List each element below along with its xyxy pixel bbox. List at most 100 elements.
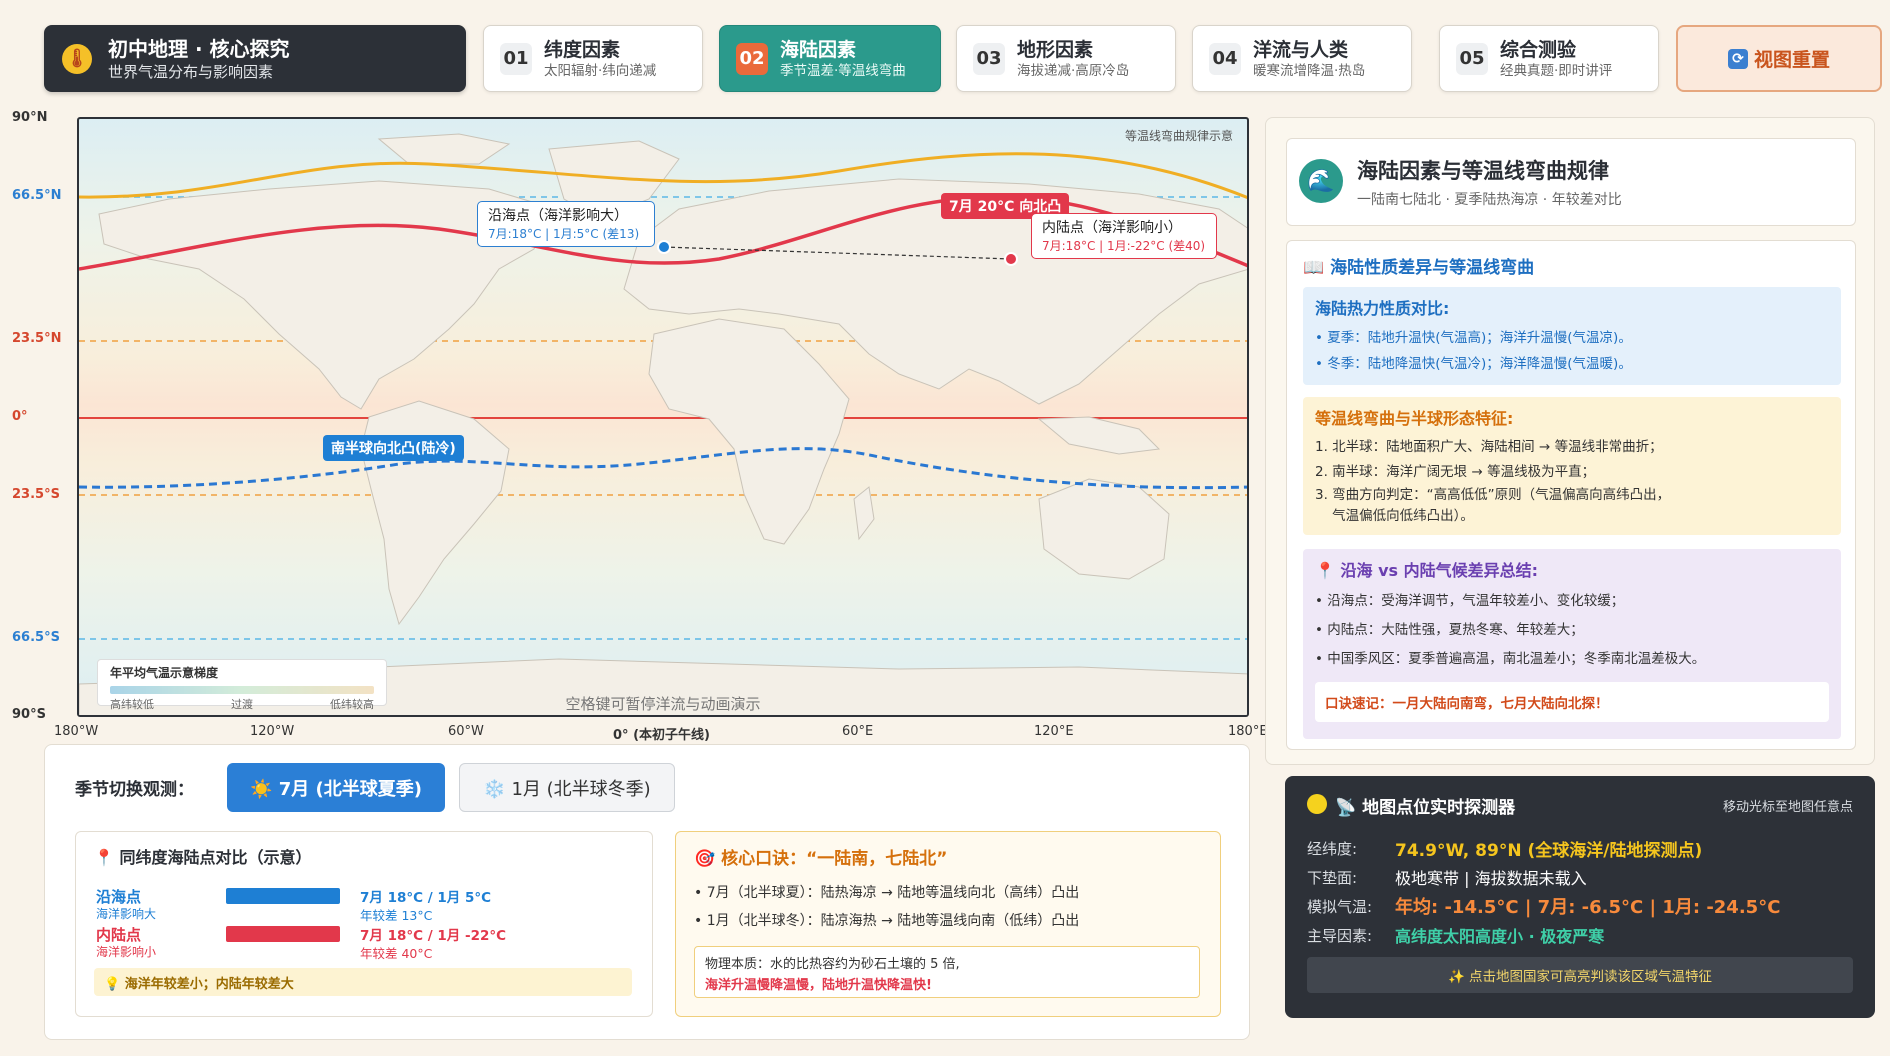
season-label: 季节切换观测： xyxy=(75,780,194,800)
tab-title: 纬度因素 xyxy=(544,38,621,61)
map-caption: 等温线弯曲规律示意 xyxy=(1124,129,1233,143)
coastal-point-marker xyxy=(657,240,671,254)
lat-label-66n: 66.5°N xyxy=(12,188,62,203)
rules-section-title: 📖 海陆性质差异与等温线弯曲 xyxy=(1303,258,1535,278)
isotherm-bending-box: 等温线弯曲与半球形态特征: 1. 北半球：陆地面积广大、海陆相间 → 等温线非常… xyxy=(1303,397,1841,535)
lat-label-66s: 66.5°S xyxy=(12,630,60,645)
probe-key-temperature: 模拟气温: xyxy=(1307,897,1373,916)
tab-currents[interactable]: 04 洋流与人类 暖寒流增降温·热岛 xyxy=(1192,25,1412,92)
july-season-button[interactable]: ☀️ 7月 (北半球夏季) xyxy=(227,763,445,812)
tab-number: 01 xyxy=(500,42,532,75)
tab-title: 综合测验 xyxy=(1500,38,1577,61)
inland-bar xyxy=(226,926,340,942)
mnemonic-card: 🎯 核心口诀：“一陆南，七陆北” • 7月（北半球夏）：陆热海凉 → 陆地等温线… xyxy=(675,831,1221,1017)
isotherm-bending-line-1: 1. 北半球：陆地面积广大、海陆相间 → 等温线非常曲折； xyxy=(1315,439,1663,455)
coastal-temps: 7月 18°C / 1月 5°C xyxy=(360,890,492,906)
tab-number: 05 xyxy=(1456,42,1488,75)
coastal-bar xyxy=(226,888,340,904)
lat-label-90s: 90°S xyxy=(12,707,46,722)
tab-latitude[interactable]: 01 纬度因素 太阳辐射·纬向递减 xyxy=(483,25,703,92)
coastal-name: 沿海点 xyxy=(96,888,142,906)
reset-view-button[interactable]: ⟳ 视图重置 xyxy=(1676,25,1882,92)
isotherm-bending-line-2: 2. 南半球：海洋广阔无垠 → 等温线极为平直； xyxy=(1315,464,1596,480)
tab-title: 地形因素 xyxy=(1017,38,1094,61)
brand-title: 初中地理 · 核心探究 xyxy=(108,36,290,61)
australia-shape xyxy=(1038,478,1170,580)
probe-title: 📡 地图点位实时探测器 xyxy=(1335,798,1516,818)
probe-hint: 移动光标至地图任意点 xyxy=(1722,800,1853,815)
probe-value-coordinates: 74.9°W, 89°N (全球海洋/陆地探测点) xyxy=(1395,841,1703,861)
probe-panel: 📡 地图点位实时探测器 移动光标至地图任意点 经纬度: 74.9°W, 89°N … xyxy=(1285,776,1875,1018)
coastal-inland-tip: 口诀速记：一月大陆向南弯，七月大陆向北探！ xyxy=(1315,682,1829,722)
mnemonic-title: 🎯 核心口诀：“一陆南，七陆北” xyxy=(694,849,948,869)
world-map[interactable]: 等温线弯曲规律示意 沿海点（海洋影响大） 7月:18°C | 1月:5°C (差… xyxy=(77,117,1249,717)
rules-content: 📖 海陆性质差异与等温线弯曲 海陆热力性质对比: • 夏季：陆地升温快(气温高)… xyxy=(1286,240,1856,750)
tab-terrain[interactable]: 03 地形因素 海拔递减·高原冷岛 xyxy=(956,25,1176,92)
lat-label-90n: 90°N xyxy=(12,110,48,125)
tab-subtitle: 太阳辐射·纬向递减 xyxy=(544,62,657,79)
tab-number: 02 xyxy=(736,42,768,75)
physics-line-1: 物理本质：水的比热容约为砂石土壤的 5 倍, xyxy=(705,957,960,972)
tab-number: 04 xyxy=(1209,42,1241,75)
thermal-contrast-title: 海陆热力性质对比: xyxy=(1315,299,1450,318)
thermal-contrast-summer: • 夏季：陆地升温快(气温高)；海洋升温慢(气温凉)。 xyxy=(1315,330,1632,346)
probe-key-coordinates: 经纬度: xyxy=(1307,840,1358,858)
tab-subtitle: 海拔递减·高原冷岛 xyxy=(1017,62,1130,79)
map-hint: 空格键可暂停洋流与动画演示 xyxy=(565,695,761,713)
coastal-inland-title: 📍 沿海 vs 内陆气候差异总结: xyxy=(1315,561,1538,580)
tab-land-sea[interactable]: 02 海陆因素 季节温差·等温线弯曲 xyxy=(719,25,941,92)
inland-temps: 7月 18°C / 1月 -22°C xyxy=(360,928,507,944)
coastal-callout: 沿海点（海洋影响大） 7月:18°C | 1月:5°C (差13) xyxy=(477,201,655,247)
inland-callout-detail: 7月:18°C | 1月:-22°C (差40) xyxy=(1042,239,1206,253)
southeast-asia-islands-shape xyxy=(1037,416,1161,455)
rules-panel: 🌊 海陆因素与等温线弯曲规律 一陆南七陆北 · 夏季陆热海凉 · 年较差对比 📖… xyxy=(1265,117,1875,765)
lon-label-120w: 120°W xyxy=(250,724,295,739)
tab-number: 03 xyxy=(973,42,1005,75)
lon-label-60e: 60°E xyxy=(842,724,874,739)
inland-callout-title: 内陆点（海洋影响小） xyxy=(1042,220,1182,236)
reset-label: 视图重置 xyxy=(1753,49,1830,71)
coastal-inland-line-3: • 中国季风区：夏季普遍高温，南北温差小；冬季南北温差极大。 xyxy=(1315,651,1706,667)
tab-quiz[interactable]: 05 综合测验 经典真题·即时讲评 xyxy=(1439,25,1659,92)
probe-highlight-button[interactable]: ✨ 点击地图国家可高亮判读该区域气温特征 xyxy=(1307,957,1853,993)
mnemonic-line-january: • 1月（北半球冬）：陆凉海热 → 陆地等温线向南（低纬）凸出 xyxy=(694,913,1080,929)
brand-subtitle: 世界气温分布与影响因素 xyxy=(108,62,274,81)
probe-key-surface: 下垫面: xyxy=(1307,868,1358,887)
physics-line-2: 海洋升温慢降温慢，陆地升温快降温快! xyxy=(705,978,932,993)
lat-label-23s: 23.5°S xyxy=(12,487,60,502)
tab-title: 洋流与人类 xyxy=(1253,38,1349,61)
probe-key-factor: 主导因素: xyxy=(1307,926,1373,945)
coastal-inland-box: 📍 沿海 vs 内陆气候差异总结: • 沿海点：受海洋调节，气温年较差小、变化较… xyxy=(1303,549,1841,739)
january-season-button[interactable]: ❄️ 1月 (北半球冬季) xyxy=(459,763,675,812)
probe-value-temperature: 年均: -14.5°C | 7月: -6.5°C | 1月: -24.5°C xyxy=(1395,897,1781,918)
coastal-sub: 海洋影响大 xyxy=(96,907,157,921)
coastal-callout-detail: 7月:18°C | 1月:5°C (差13) xyxy=(488,227,640,241)
probe-status-dot xyxy=(1307,794,1327,814)
inland-range: 年较差 40°C xyxy=(360,946,433,961)
inland-sub: 海洋影响小 xyxy=(96,945,157,959)
inland-point-marker xyxy=(1004,252,1018,266)
isotherm-bending-title: 等温线弯曲与半球形态特征: xyxy=(1315,409,1514,428)
thermal-contrast-box: 海陆热力性质对比: • 夏季：陆地升温快(气温高)；海洋升温慢(气温凉)。 • … xyxy=(1303,287,1841,385)
thermometer-icon: 🌡 xyxy=(62,43,92,74)
coastal-range: 年较差 13°C xyxy=(360,908,433,923)
south-bulge-tag: 南半球向北凸(陆冷) xyxy=(323,435,464,461)
inland-callout: 内陆点（海洋影响小） 7月:18°C | 1月:-22°C (差40) xyxy=(1031,213,1217,259)
tab-title: 海陆因素 xyxy=(780,38,857,61)
tab-subtitle: 经典真题·即时讲评 xyxy=(1500,62,1613,79)
coastal-callout-title: 沿海点（海洋影响大） xyxy=(488,208,628,224)
isotherm-bending-line-3: 3. 弯曲方向判定：“高高低低”原则（气温偏高向高纬凸出， xyxy=(1315,487,1671,503)
thermal-contrast-winter: • 冬季：陆地降温快(气温冷)；海洋降温慢(气温暖)。 xyxy=(1315,356,1632,372)
compare-title: 📍 同纬度海陆点对比（示意） xyxy=(94,848,312,867)
rules-header: 🌊 海陆因素与等温线弯曲规律 一陆南七陆北 · 夏季陆热海凉 · 年较差对比 xyxy=(1286,138,1856,226)
rules-title: 海陆因素与等温线弯曲规律 xyxy=(1357,159,1609,183)
compare-note: 💡 海洋年较差小；内陆年较差大 xyxy=(94,968,632,996)
mnemonic-line-july: • 7月（北半球夏）：陆热海凉 → 陆地等温线向北（高纬）凸出 xyxy=(694,885,1080,901)
legend-title: 年平均气温示意梯度 xyxy=(110,666,219,680)
coastal-inland-line-2: • 内陆点：大陆性强，夏热冬寒、年较差大； xyxy=(1315,622,1584,638)
probe-value-surface: 极地寒带 | 海拔数据未载入 xyxy=(1395,869,1587,888)
physics-box: 物理本质：水的比热容约为砂石土壤的 5 倍, 海洋升温慢降温慢，陆地升温快降温快… xyxy=(694,946,1200,998)
lon-label-120e: 120°E xyxy=(1034,724,1074,739)
south-isotherm-line xyxy=(79,447,1247,490)
lat-label-equator: 0° xyxy=(12,409,28,424)
